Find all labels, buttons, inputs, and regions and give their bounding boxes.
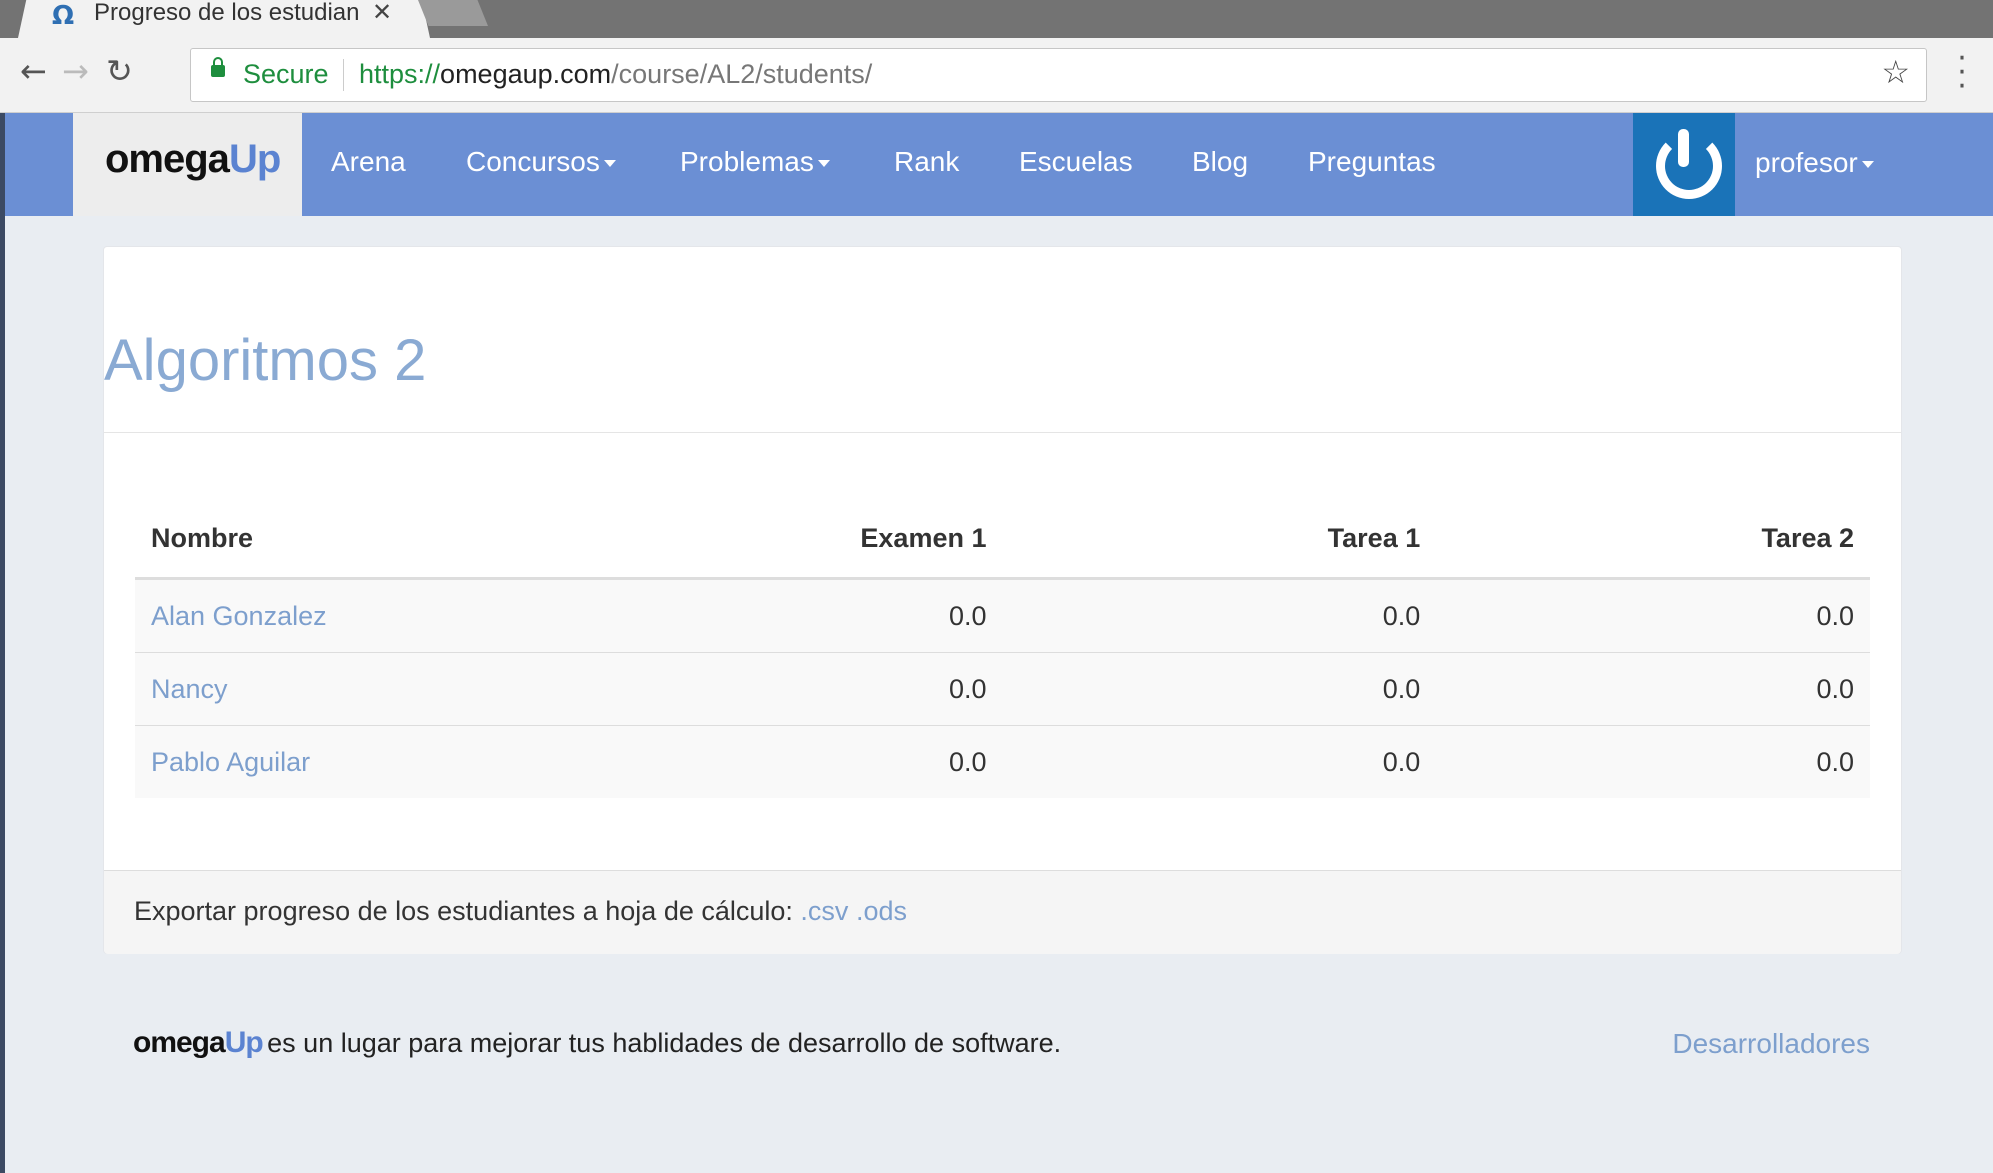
url-host: omegaup.com bbox=[440, 59, 612, 89]
title-divider bbox=[104, 432, 1901, 433]
score-cell: 0.0 bbox=[724, 725, 1003, 798]
footer-brand-main: omega bbox=[133, 1026, 226, 1059]
developers-link[interactable]: Desarrolladores bbox=[1672, 1028, 1870, 1060]
address-divider bbox=[343, 59, 344, 91]
caret-down-icon bbox=[817, 160, 830, 168]
table-row: Nancy 0.0 0.0 0.0 bbox=[135, 652, 1870, 726]
score-cell: 0.0 bbox=[724, 652, 1003, 726]
student-name-cell: Pablo Aguilar bbox=[135, 725, 725, 798]
column-header-examen-1[interactable]: Examen 1 bbox=[724, 499, 1003, 580]
page-title: Algoritmos 2 bbox=[104, 328, 427, 393]
nav-escuelas[interactable]: Escuelas bbox=[1019, 146, 1133, 178]
student-progress-table: Nombre Examen 1 Tarea 1 Tarea 2 Alan Gon… bbox=[135, 499, 1870, 798]
address-bar[interactable]: Secure https://omegaup.com/course/AL2/st… bbox=[190, 48, 1927, 102]
column-header-tarea-1[interactable]: Tarea 1 bbox=[1002, 499, 1437, 580]
student-name-cell: Nancy bbox=[135, 652, 725, 726]
url-path: /course/AL2/students/ bbox=[611, 59, 873, 89]
table-row: Alan Gonzalez 0.0 0.0 0.0 bbox=[135, 578, 1870, 653]
avatar[interactable] bbox=[1633, 113, 1735, 216]
forward-arrow-icon[interactable]: → bbox=[62, 52, 89, 90]
browser-toolbar: ← → ↻ Secure https://omegaup.com/course/… bbox=[0, 38, 1993, 113]
table-header-row: Nombre Examen 1 Tarea 1 Tarea 2 bbox=[135, 499, 1870, 580]
brand-accent: Up bbox=[228, 137, 281, 181]
close-tab-icon[interactable]: ✕ bbox=[372, 0, 392, 26]
student-link[interactable]: Alan Gonzalez bbox=[151, 601, 327, 631]
score-cell: 0.0 bbox=[724, 578, 1003, 653]
score-cell: 0.0 bbox=[1002, 652, 1437, 726]
user-menu[interactable]: profesor bbox=[1755, 147, 1874, 179]
brand-main: omega bbox=[105, 137, 230, 181]
score-cell: 0.0 bbox=[1002, 578, 1437, 653]
nav-concursos[interactable]: Concursos bbox=[466, 146, 616, 178]
reload-icon[interactable]: ↻ bbox=[106, 52, 133, 90]
export-line: Exportar progreso de los estudiantes a h… bbox=[134, 896, 907, 927]
url-protocol: https:// bbox=[359, 59, 441, 89]
secure-label: Secure bbox=[243, 59, 329, 89]
power-icon-bar bbox=[1678, 129, 1689, 167]
bookmark-star-icon[interactable]: ☆ bbox=[1881, 53, 1910, 91]
power-icon bbox=[1656, 133, 1722, 199]
window-edge bbox=[0, 113, 5, 1173]
caret-down-icon bbox=[603, 160, 616, 168]
nav-blog[interactable]: Blog bbox=[1192, 146, 1248, 178]
column-header-tarea-2[interactable]: Tarea 2 bbox=[1436, 499, 1870, 580]
tab-title: Progreso de los estudiant bbox=[94, 0, 359, 26]
table-row: Pablo Aguilar 0.0 0.0 0.0 bbox=[135, 725, 1870, 798]
footer-tagline: es un lugar para mejorar tus hablidades … bbox=[267, 1028, 1062, 1058]
site-navbar: omegaUp Arena Concursos Problemas Rank E… bbox=[5, 113, 1993, 216]
url-text[interactable]: https://omegaup.com/course/AL2/students/ bbox=[359, 59, 872, 90]
column-header-nombre[interactable]: Nombre bbox=[135, 499, 725, 580]
nav-problemas[interactable]: Problemas bbox=[680, 146, 830, 178]
site-footer: omegaUp es un lugar para mejorar tus hab… bbox=[133, 1026, 1870, 1066]
brand-logo[interactable]: omegaUp bbox=[73, 113, 302, 216]
browser-tab-strip: Ω Progreso de los estudiant ✕ bbox=[0, 0, 1993, 38]
user-name: profesor bbox=[1755, 147, 1858, 178]
course-panel: Algoritmos 2 Nombre Examen 1 Tarea 1 Tar… bbox=[103, 246, 1902, 954]
export-footer: Exportar progreso de los estudiantes a h… bbox=[104, 870, 1901, 954]
lock-icon bbox=[211, 57, 225, 77]
nav-concursos-label: Concursos bbox=[466, 146, 600, 177]
score-cell: 0.0 bbox=[1002, 725, 1437, 798]
export-ods-link[interactable]: .ods bbox=[856, 896, 907, 926]
nav-rank[interactable]: Rank bbox=[894, 146, 959, 178]
student-link[interactable]: Nancy bbox=[151, 674, 228, 704]
back-arrow-icon[interactable]: ← bbox=[20, 52, 47, 90]
score-cell: 0.0 bbox=[1436, 578, 1870, 653]
export-csv-link[interactable]: .csv bbox=[800, 896, 848, 926]
browser-menu-icon[interactable]: · · · bbox=[1955, 44, 1969, 102]
footer-brand-logo: omegaUp bbox=[133, 1026, 264, 1059]
score-cell: 0.0 bbox=[1436, 652, 1870, 726]
footer-brand-accent: Up bbox=[224, 1026, 264, 1059]
nav-preguntas[interactable]: Preguntas bbox=[1308, 146, 1436, 178]
student-link[interactable]: Pablo Aguilar bbox=[151, 747, 310, 777]
nav-problemas-label: Problemas bbox=[680, 146, 814, 177]
student-name-cell: Alan Gonzalez bbox=[135, 578, 725, 653]
nav-arena[interactable]: Arena bbox=[331, 146, 406, 178]
export-label: Exportar progreso de los estudiantes a h… bbox=[134, 896, 793, 926]
caret-down-icon bbox=[1861, 161, 1874, 169]
new-tab-button[interactable] bbox=[418, 0, 488, 26]
omega-favicon-icon: Ω bbox=[52, 1, 75, 31]
score-cell: 0.0 bbox=[1436, 725, 1870, 798]
